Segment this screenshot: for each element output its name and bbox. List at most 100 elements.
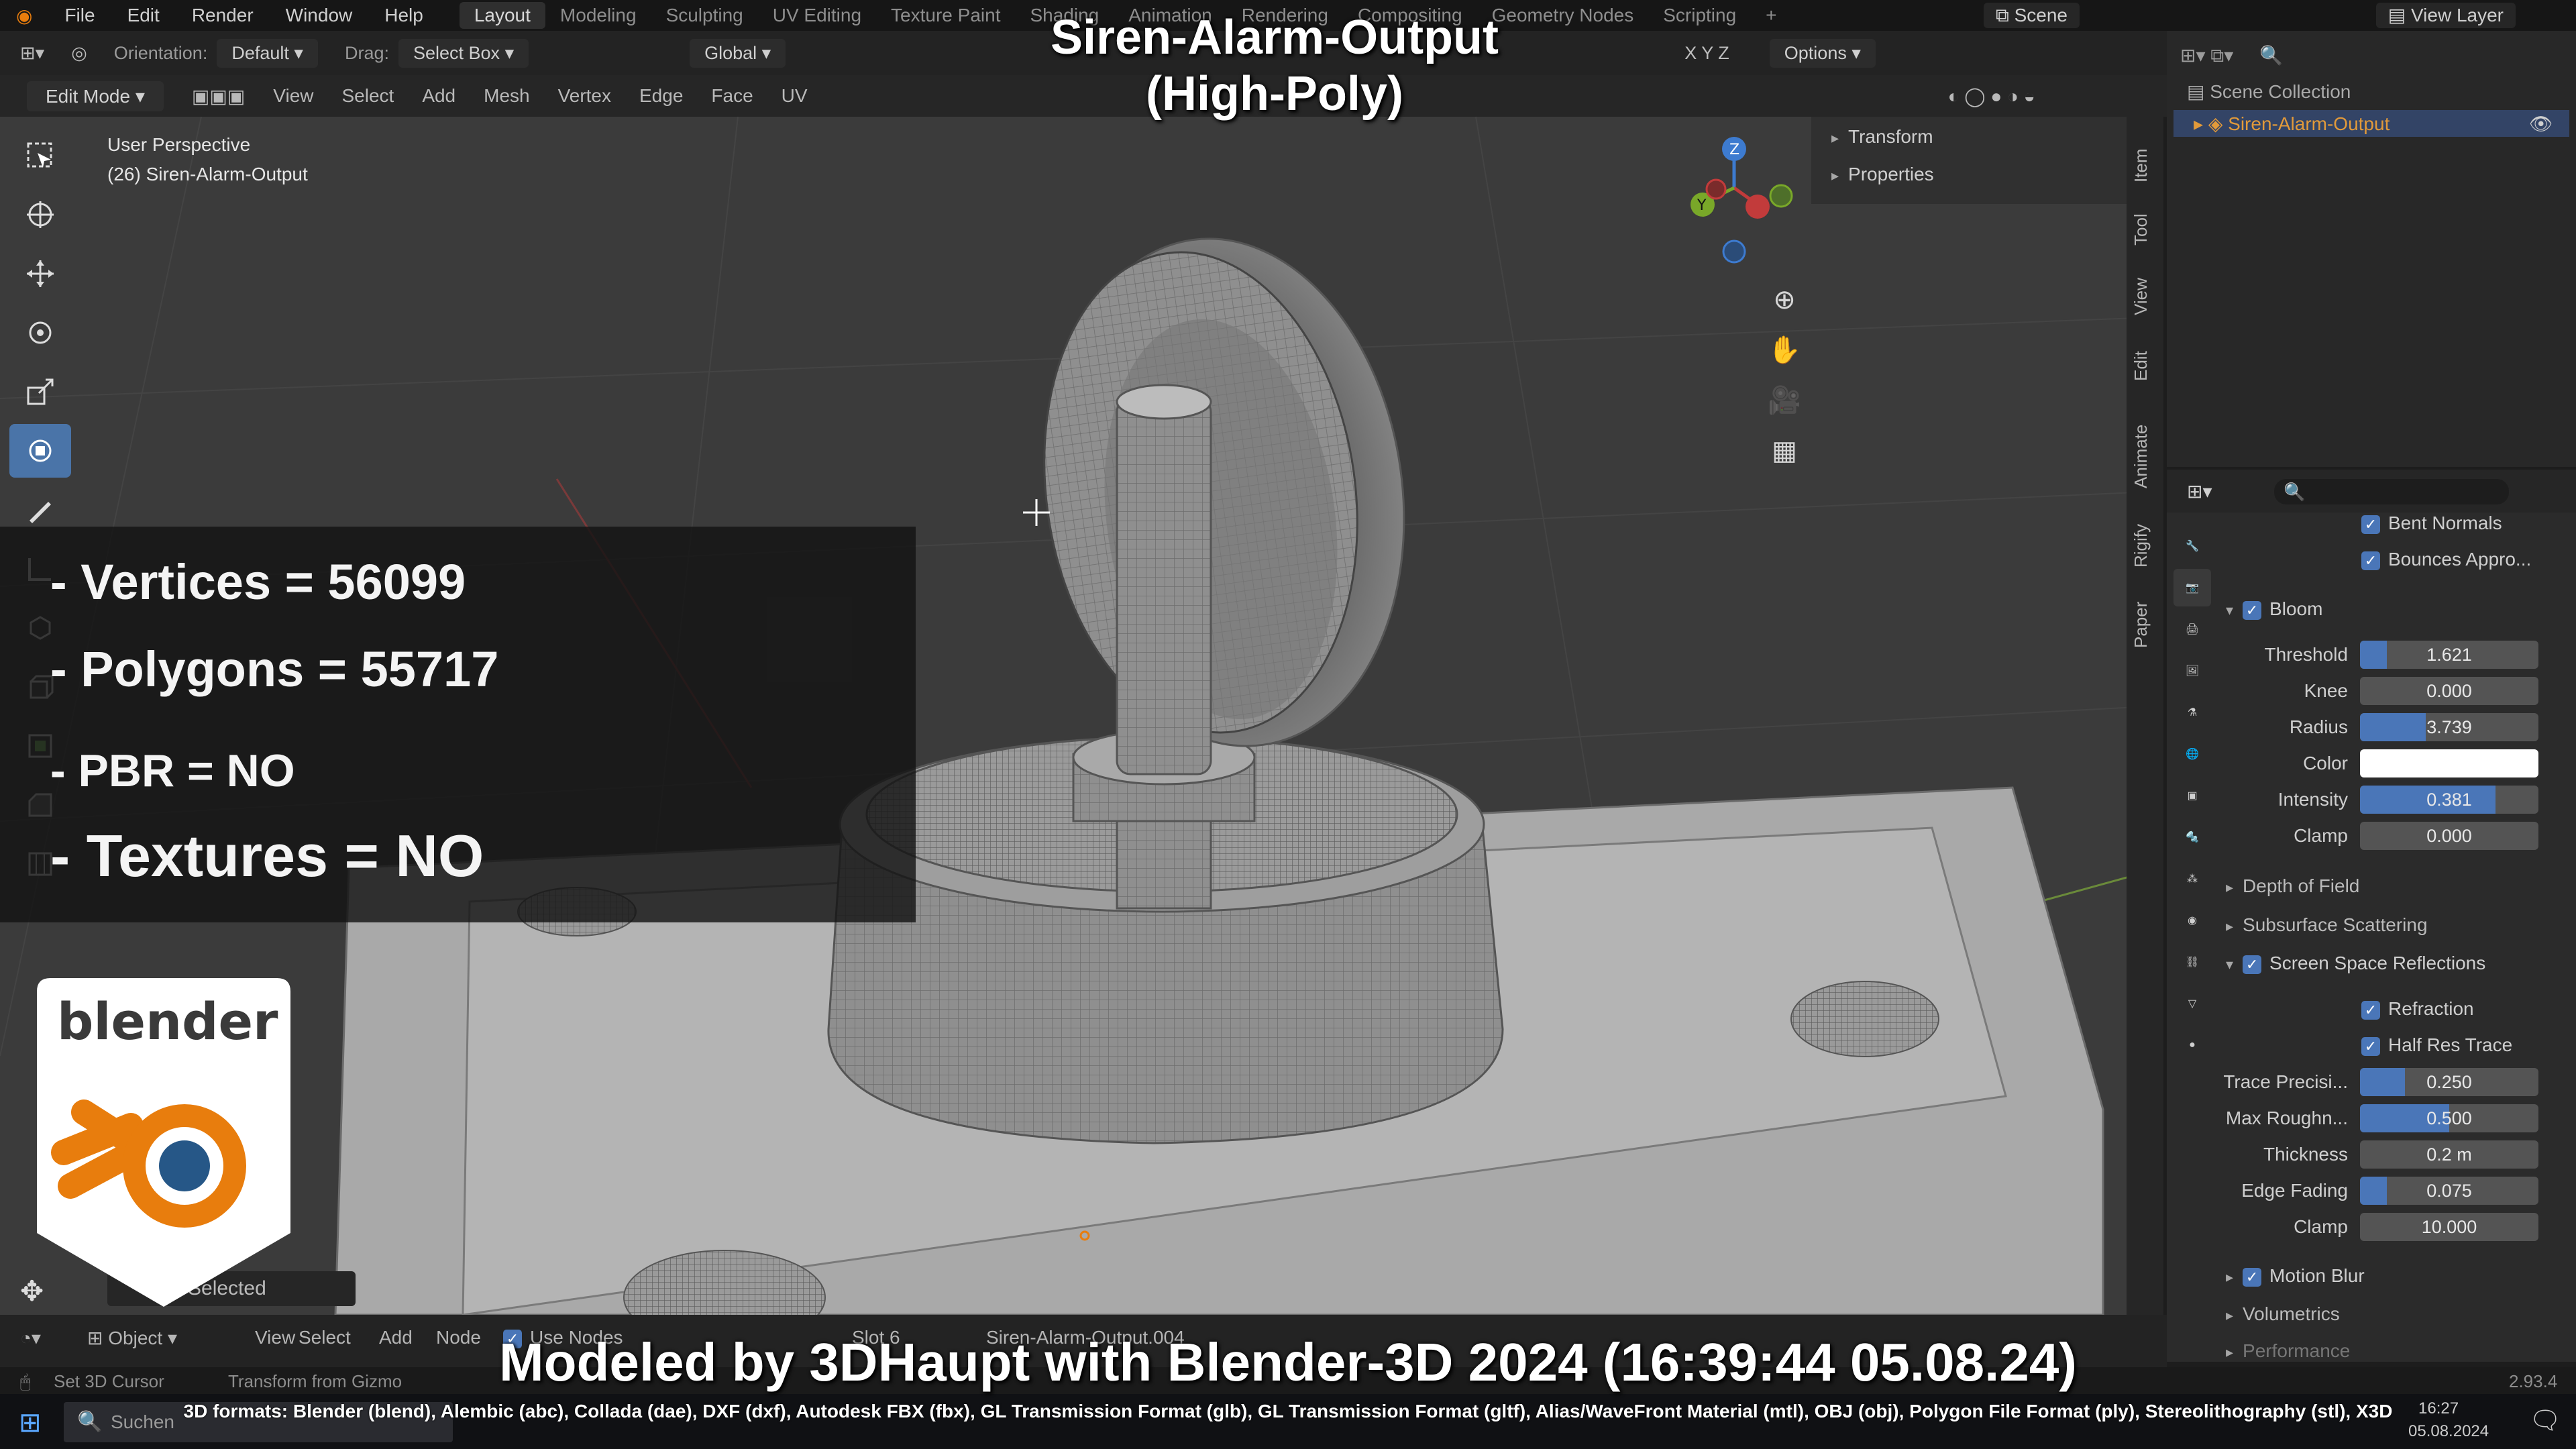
rotate-tool-icon[interactable] [9, 306, 71, 360]
menu-window[interactable]: Window [270, 5, 369, 26]
stat-polygons: - Polygons = 55717 [50, 641, 499, 697]
collection-icon: ▤ [2187, 81, 2210, 102]
check-half-res-trace[interactable]: ✓ Half Res Trace [2361, 1034, 2512, 1056]
grid-perspective-icon[interactable]: ▦ [1758, 426, 1811, 476]
select-box-tool-icon[interactable] [9, 129, 71, 182]
workspace-tab-modeling[interactable]: Modeling [545, 2, 651, 29]
tab-item[interactable]: Item [2131, 148, 2151, 182]
visibility-eye-icon[interactable]: 👁 [2529, 113, 2553, 135]
check-bounces-approx[interactable]: ✓ Bounces Appro... [2361, 549, 2531, 570]
menu-select[interactable]: Select [341, 85, 394, 107]
menu-render[interactable]: Render [176, 5, 270, 26]
bloom-field[interactable]: 0.381 [2360, 786, 2538, 814]
properties-editor-type-icon[interactable]: ⊞▾ [2187, 480, 2212, 502]
panel-transform[interactable]: ▸ Transform [1831, 126, 1933, 148]
menu-file[interactable]: File [48, 5, 111, 26]
scene-selector[interactable]: ⧉ Scene [1983, 3, 2080, 28]
menu-view[interactable]: View [273, 85, 313, 107]
panel-volumetrics[interactable]: ▸ Volumetrics [2226, 1303, 2340, 1325]
pan-hand-icon[interactable]: ✋ [1758, 325, 1811, 376]
bloom-field[interactable]: 1.621 [2360, 641, 2538, 669]
transform-pivot-icon[interactable]: ◎ [71, 43, 87, 64]
ssr-label: Max Roughn... [2225, 1108, 2348, 1128]
workspace-tab-scripting[interactable]: Scripting [1648, 2, 1751, 29]
bloom-value: 0.000 [2426, 681, 2472, 701]
editor-type-icon[interactable]: ⊞▾ [20, 43, 44, 64]
add-workspace-icon[interactable]: + [1751, 2, 1791, 29]
tab-animate[interactable]: Animate [2131, 425, 2151, 488]
gizmo-x-icon [1746, 195, 1770, 219]
menu-mesh[interactable]: Mesh [484, 85, 529, 107]
ssr-field[interactable]: 0.075 [2360, 1177, 2538, 1205]
outliner-header: ⊞▾ ⧉▾ 🔍 [2180, 45, 2284, 66]
menu-uv[interactable]: UV [782, 85, 808, 107]
ssr-field[interactable]: 0.2 m [2360, 1140, 2538, 1169]
search-icon: 🔍 [2284, 482, 2306, 502]
bloom-field[interactable]: 0.000 [2360, 677, 2538, 705]
menu-add[interactable]: Add [422, 85, 455, 107]
transform-orientation-dropdown[interactable]: Global ▾ [690, 38, 786, 68]
taskbar-date: 05.08.2024 [2408, 1422, 2489, 1440]
panel-properties[interactable]: ▸ Properties [1831, 164, 1934, 185]
viewport-perspective-label: User Perspective [107, 134, 251, 155]
physics-tab-icon[interactable]: ◉ [2174, 902, 2211, 939]
camera-icon[interactable]: 🎥 [1758, 376, 1811, 426]
panel-screen-space-reflections[interactable]: ▾ ✓ Screen Space Reflections [2226, 953, 2485, 974]
check-bent-normals[interactable]: ✓ Bent Normals [2361, 513, 2502, 534]
cursor-tool-icon[interactable] [9, 188, 71, 241]
tab-rigify[interactable]: Rigify [2131, 524, 2151, 568]
overlay-title: Siren-Alarm-Output (High-Poly) [939, 9, 1610, 122]
properties-search-input[interactable]: 🔍 [2274, 479, 2509, 504]
blender-menu-icon[interactable]: ◉ [0, 5, 48, 27]
move-tool-icon[interactable] [9, 247, 71, 301]
menu-help[interactable]: Help [368, 5, 439, 26]
ssr-field[interactable]: 10.000 [2360, 1213, 2538, 1241]
workspace-tab-layout[interactable]: Layout [459, 2, 545, 29]
panel-bloom[interactable]: ▾ ✓ Bloom [2226, 598, 2322, 620]
bloom-value: 3.739 [2426, 717, 2472, 737]
tool-tab-icon[interactable]: 🔧 [2174, 527, 2211, 565]
ssr-field[interactable]: 0.250 [2360, 1068, 2538, 1096]
ssr-label: Trace Precisi... [2223, 1071, 2348, 1092]
material-tab-icon[interactable]: ● [2174, 1026, 2211, 1064]
panel-subsurface-scattering[interactable]: ▸ Subsurface Scattering [2226, 914, 2428, 936]
render-tab-icon[interactable]: 📷 [2174, 569, 2211, 606]
data-tab-icon[interactable]: ▽ [2174, 985, 2211, 1022]
ssr-field[interactable]: 0.500 [2360, 1104, 2538, 1132]
drag-dropdown[interactable]: Select Box ▾ [398, 38, 529, 68]
tab-edit[interactable]: Edit [2131, 351, 2151, 381]
tab-view[interactable]: View [2131, 278, 2151, 315]
particles-tab-icon[interactable]: ⁂ [2174, 860, 2211, 898]
navigation-gizmo[interactable]: Z Y [1664, 127, 1811, 275]
transform-tool-icon[interactable] [9, 424, 71, 478]
options-dropdown[interactable]: Options ▾ [1769, 38, 1876, 68]
scene-icon: ⧉ [1995, 5, 2015, 25]
view-layer-selector[interactable]: ▤ View Layer [2375, 3, 2516, 28]
viewport-shading-icons[interactable]: ◐ ◯ ● ◑ ◒ [1948, 85, 2035, 107]
menu-edit[interactable]: Edit [111, 5, 176, 26]
outliner-object-item[interactable]: ▸ ◈ Siren-Alarm-Output [2194, 113, 2390, 135]
tab-paper[interactable]: Paper [2131, 602, 2151, 648]
menu-edge[interactable]: Edge [639, 85, 683, 107]
menu-vertex[interactable]: Vertex [558, 85, 611, 107]
bloom-field[interactable]: 0.000 [2360, 822, 2538, 850]
menu-face[interactable]: Face [711, 85, 753, 107]
workspace-tab-sculpting[interactable]: Sculpting [651, 2, 758, 29]
check-refraction[interactable]: ✓ Refraction [2361, 998, 2474, 1020]
output-tab-icon[interactable]: 🖨 [2174, 610, 2211, 648]
workspace-tab-uv-editing[interactable]: UV Editing [758, 2, 876, 29]
bloom-value: 1.621 [2426, 645, 2472, 665]
mode-selector[interactable]: Edit Mode ▾ [27, 80, 164, 111]
panel-depth-of-field[interactable]: ▸ Depth of Field [2226, 875, 2359, 897]
constraints-tab-icon[interactable]: ⛓ [2174, 943, 2211, 981]
zoom-icon[interactable]: ⊕ [1758, 275, 1811, 325]
scale-tool-icon[interactable] [9, 365, 71, 419]
orientation-dropdown[interactable]: Default ▾ [217, 38, 318, 68]
scene-collection-row[interactable]: ▤ Scene Collection [2187, 80, 2351, 103]
select-mode-icons[interactable]: ▣▣▣ [192, 85, 245, 107]
bloom-field[interactable] [2360, 749, 2538, 777]
xyz-mirror-toggles[interactable]: X Y Z [1684, 43, 1729, 64]
panel-motion-blur[interactable]: ▸ ✓ Motion Blur [2226, 1265, 2365, 1287]
bloom-field[interactable]: 3.739 [2360, 713, 2538, 741]
tab-tool[interactable]: Tool [2131, 213, 2151, 246]
